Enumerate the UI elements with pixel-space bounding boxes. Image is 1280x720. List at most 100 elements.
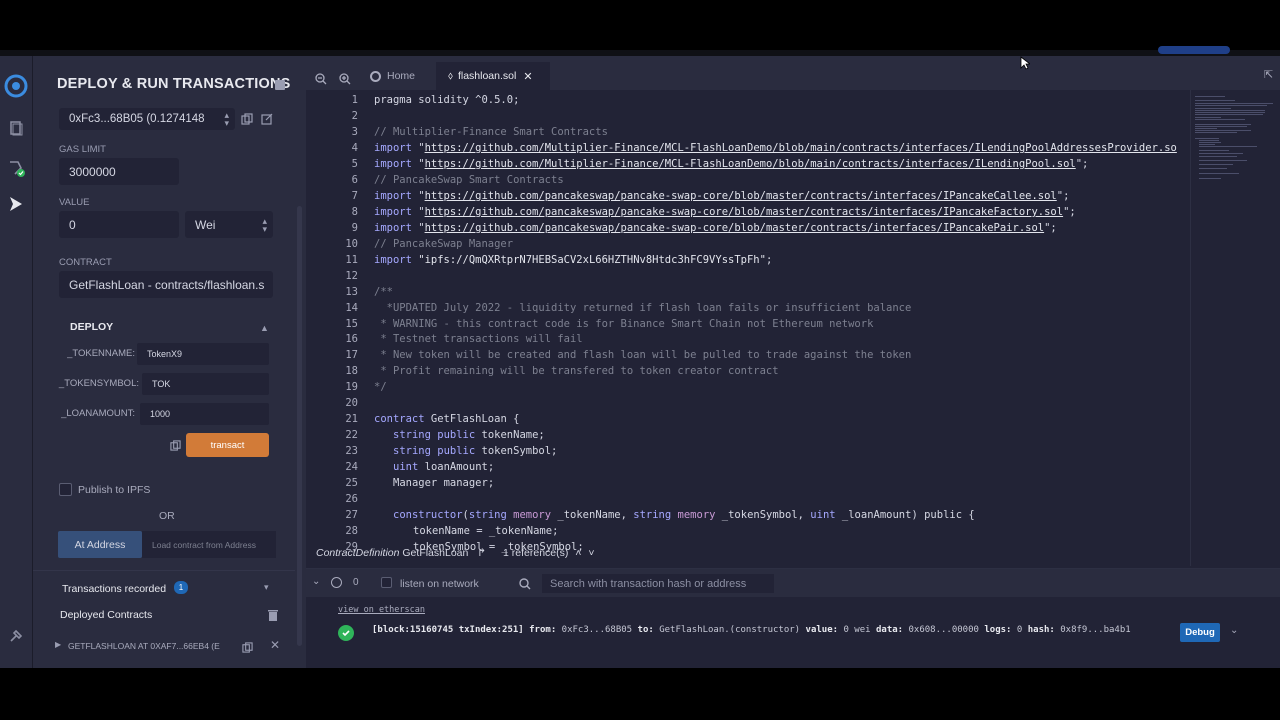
minimap-line xyxy=(1199,160,1247,161)
close-icon[interactable]: ✕ xyxy=(270,638,280,652)
close-tab-icon[interactable]: ✕ xyxy=(523,70,532,83)
identifier: _tokenSymbol, xyxy=(715,509,811,521)
log-data: 0x608...00000 xyxy=(908,625,979,635)
listen-network-label: listen on network xyxy=(400,578,479,590)
value-input[interactable]: 0 xyxy=(59,211,179,238)
chevron-down-icon[interactable]: ⌄ xyxy=(1230,625,1238,636)
tokenname-input[interactable]: TokenX9 xyxy=(137,343,269,365)
search-icon xyxy=(519,577,531,590)
minimap-line xyxy=(1195,138,1219,139)
line-number: 3 xyxy=(351,126,358,138)
code-line: * Testnet transactions will fail xyxy=(374,333,583,345)
code-area[interactable]: pragma solidity ^0.5.0; // Multiplier-Fi… xyxy=(374,90,1192,566)
gas-limit-value: 3000000 xyxy=(69,164,116,179)
log-block: [block:15160745 txIndex:251] xyxy=(372,625,524,635)
value-unit-select[interactable]: Wei ▴ ▾ xyxy=(185,211,273,238)
tokensymbol-input[interactable]: TOK xyxy=(142,373,269,395)
pin-icon[interactable] xyxy=(275,80,285,90)
identifier: _tokenName, xyxy=(551,509,634,521)
import-url[interactable]: https://github.com/pancakeswap/pancake-s… xyxy=(425,222,1045,234)
publish-ipfs-checkbox[interactable] xyxy=(59,483,72,496)
browser-top-area xyxy=(0,0,1280,56)
tab-home-label: Home xyxy=(387,70,416,82)
line-number: 16 xyxy=(345,333,358,345)
solidity-compiler-icon[interactable] xyxy=(4,156,28,180)
trash-icon[interactable] xyxy=(268,608,278,621)
copy-calldata-icon[interactable] xyxy=(170,438,181,451)
copy-icon[interactable] xyxy=(241,112,253,125)
minimap-line xyxy=(1199,178,1221,179)
at-address-button[interactable]: At Address xyxy=(58,531,142,558)
line-number: 28 xyxy=(345,525,358,537)
load-contract-input[interactable]: Load contract from Address xyxy=(142,531,276,558)
minimap-line xyxy=(1195,108,1231,109)
remix-logo-icon[interactable] xyxy=(4,74,28,98)
keyword: uint xyxy=(810,509,836,521)
log-label: data: xyxy=(875,625,904,635)
reference-count[interactable]: 1 reference(s) xyxy=(503,547,568,559)
panel-scrollbar[interactable] xyxy=(297,206,302,646)
keyword: uint xyxy=(393,461,419,473)
search-placeholder: Search with transaction hash or address xyxy=(550,577,747,590)
transact-button[interactable]: transact xyxy=(186,433,269,457)
contract-select[interactable]: GetFlashLoan - contracts/flashloan.s xyxy=(59,271,273,298)
zoom-out-icon[interactable] xyxy=(315,72,327,85)
keyword: import xyxy=(374,142,412,154)
code-line: string public tokenSymbol; xyxy=(393,445,557,457)
etherscan-link[interactable]: view on etherscan xyxy=(338,605,425,615)
minimap-line xyxy=(1199,153,1243,154)
line-number: 17 xyxy=(345,349,358,361)
chevron-down-icon[interactable]: ˅ xyxy=(588,547,594,559)
account-select[interactable]: 0xFc3...68B05 (0.1274148 ▴ ▾ xyxy=(59,108,235,130)
import-url[interactable]: https://github.com/pancakeswap/pancake-s… xyxy=(425,190,1057,202)
remix-ide: DEPLOY & RUN TRANSACTIONS 0xFc3...68B05 … xyxy=(0,56,1280,668)
chevron-right-icon[interactable]: ▶ xyxy=(55,640,61,649)
file-explorer-icon[interactable] xyxy=(4,116,28,140)
edit-icon[interactable] xyxy=(261,112,273,125)
chevron-up-icon[interactable]: ˄ xyxy=(575,547,581,559)
definition-kind: ContractDefinition xyxy=(316,547,400,559)
gas-limit-input[interactable]: 3000000 xyxy=(59,158,179,185)
code-minimap[interactable] xyxy=(1190,90,1278,566)
collapse-terminal-icon[interactable]: ⌄ xyxy=(312,576,320,587)
plugin-manager-icon[interactable] xyxy=(4,624,28,648)
import-url[interactable]: https://github.com/Multiplier-Finance/MC… xyxy=(425,158,1076,170)
minimap-line xyxy=(1195,126,1247,127)
tab-flashloan[interactable]: ⬨ flashloan.sol ✕ xyxy=(436,62,550,90)
log-label: from: xyxy=(529,625,557,635)
goto-icon[interactable]: ↱ xyxy=(477,547,486,559)
zoom-in-icon[interactable] xyxy=(339,72,351,85)
expand-arrows-icon[interactable]: ⇱ xyxy=(1264,68,1273,81)
import-url[interactable]: https://github.com/pancakeswap/pancake-s… xyxy=(425,206,1063,218)
identifier: tokenName; xyxy=(481,429,545,441)
debug-button[interactable]: Debug xyxy=(1180,623,1220,642)
keyword: import xyxy=(374,158,412,170)
file-icon: ⬨ xyxy=(448,69,453,82)
deployed-instance[interactable]: GETFLASHLOAN AT 0XAF7...66EB4 (E xyxy=(68,641,220,651)
listen-network-checkbox[interactable] xyxy=(381,577,392,588)
line-number: 8 xyxy=(351,206,358,218)
browser-blue-button[interactable] xyxy=(1158,46,1230,54)
line-number: 25 xyxy=(345,477,358,489)
chevron-down-icon[interactable]: ▾ xyxy=(264,582,269,593)
deploy-run-icon[interactable] xyxy=(4,192,28,216)
copy-address-icon[interactable] xyxy=(242,640,253,653)
line-number: 19 xyxy=(345,381,358,393)
minimap-line xyxy=(1199,168,1227,169)
transaction-log[interactable]: [block:15160745 txIndex:251] from: 0xFc3… xyxy=(372,625,1131,635)
transaction-search-input[interactable]: Search with transaction hash or address xyxy=(542,574,774,593)
code-line: * Profit remaining will be transfered to… xyxy=(374,365,779,377)
loanamount-input[interactable]: 1000 xyxy=(140,403,269,425)
contract-label: CONTRACT xyxy=(59,257,112,268)
minimap-line xyxy=(1199,150,1229,151)
code-line: import "https://github.com/pancakeswap/p… xyxy=(374,206,1076,218)
line-number: 2 xyxy=(351,110,358,122)
minimap-line xyxy=(1199,164,1233,165)
transactions-recorded-label[interactable]: Transactions recorded xyxy=(62,583,166,595)
code-line: uint loanAmount; xyxy=(393,461,494,473)
import-url[interactable]: https://github.com/Multiplier-Finance/MC… xyxy=(425,142,1177,154)
chevron-up-icon[interactable]: ▲ xyxy=(260,323,269,333)
tab-home[interactable]: Home xyxy=(364,62,432,90)
tokenname-value: TokenX9 xyxy=(147,349,183,359)
clear-console-icon[interactable] xyxy=(331,577,342,588)
